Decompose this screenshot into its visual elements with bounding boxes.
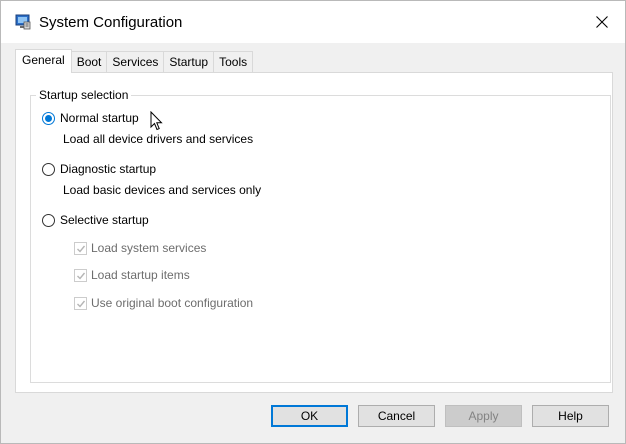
diagnostic-startup-radio[interactable]: Diagnostic startup — [42, 162, 156, 176]
checkmark-icon — [77, 272, 86, 280]
system-configuration-window: System Configuration General Boot Servic… — [0, 0, 626, 444]
normal-startup-radio[interactable]: Normal startup — [42, 111, 139, 125]
tab-tools[interactable]: Tools — [213, 51, 254, 72]
tab-general[interactable]: General — [15, 49, 72, 73]
checkbox-checked-disabled[interactable] — [74, 268, 87, 282]
selective-startup-label: Selective startup — [60, 213, 149, 227]
normal-startup-label: Normal startup — [60, 111, 139, 125]
load-startup-items-label: Load startup items — [91, 268, 190, 282]
cancel-button[interactable]: Cancel — [358, 405, 435, 427]
load-system-services-checkbox[interactable]: Load system services — [74, 241, 206, 255]
help-button[interactable]: Help — [532, 405, 609, 427]
ok-button[interactable]: OK — [271, 405, 348, 427]
selective-startup-radio[interactable]: Selective startup — [42, 213, 149, 227]
close-button[interactable] — [579, 1, 625, 43]
diagnostic-startup-label: Diagnostic startup — [60, 162, 157, 176]
general-tab-panel: Startup selection Normal startup Load al… — [15, 72, 613, 393]
radio-unselected[interactable] — [42, 162, 55, 176]
title-bar[interactable]: System Configuration — [1, 1, 625, 43]
tab-startup[interactable]: Startup — [163, 51, 215, 72]
checkbox-checked-disabled[interactable] — [74, 241, 87, 255]
checkmark-icon — [77, 300, 86, 308]
load-startup-items-checkbox[interactable]: Load startup items — [74, 268, 190, 282]
use-original-boot-configuration-label: Use original boot configuration — [91, 296, 254, 310]
use-original-boot-configuration-checkbox[interactable]: Use original boot configuration — [74, 296, 253, 310]
startup-selection-title: Startup selection — [36, 88, 132, 102]
tab-services[interactable]: Services — [106, 51, 165, 72]
apply-button[interactable]: Apply — [445, 405, 522, 427]
window-title: System Configuration — [39, 14, 183, 31]
close-icon — [596, 16, 608, 28]
diagnostic-startup-description: Load basic devices and services only — [63, 183, 262, 197]
tab-boot[interactable]: Boot — [70, 51, 108, 72]
msconfig-icon — [15, 14, 31, 30]
load-system-services-label: Load system services — [91, 241, 207, 255]
checkbox-checked-disabled[interactable] — [74, 296, 87, 310]
mouse-pointer-icon — [150, 110, 163, 136]
checkmark-icon — [77, 245, 86, 253]
tab-strip: General Boot Services Startup Tools — [15, 49, 254, 73]
radio-selected[interactable] — [42, 111, 55, 125]
radio-unselected[interactable] — [42, 213, 55, 227]
